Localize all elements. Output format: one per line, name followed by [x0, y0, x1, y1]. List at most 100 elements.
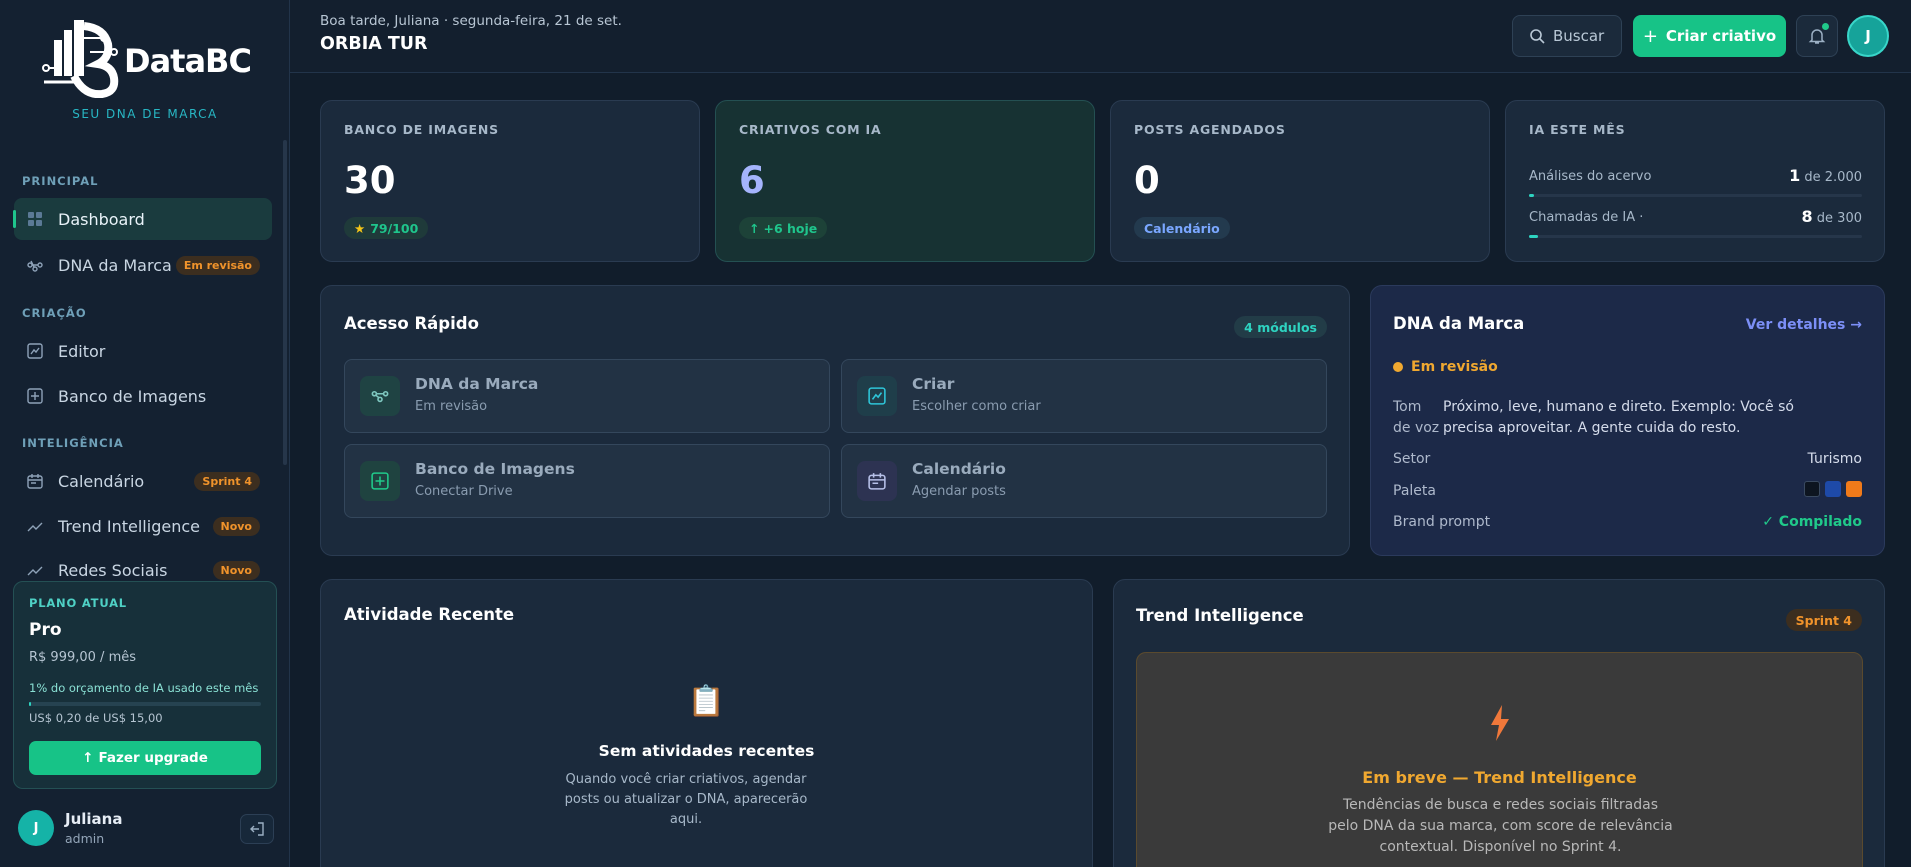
sidebar-item-label: Editor: [58, 341, 106, 361]
tone-value: Próximo, leve, humano e direto. Exemplo:…: [1443, 399, 1794, 436]
stat-label: BANCO DE IMAGENS: [344, 122, 499, 137]
stat-label: POSTS AGENDADOS: [1134, 122, 1286, 137]
sidebar-item-label: Banco de Imagens: [58, 386, 207, 406]
ia-usage-bar: [1529, 235, 1862, 238]
new-badge: Novo: [212, 516, 260, 536]
clipboard-icon: 📋: [687, 684, 726, 719]
sprint-badge: Sprint 4: [194, 471, 260, 491]
status-label: Em revisão: [1411, 359, 1498, 375]
create-label: Criar criativo: [1665, 27, 1777, 45]
empty-title: Sem atividades recentes: [598, 742, 815, 760]
section-title: Atividade Recente: [344, 605, 515, 624]
palette-swatch: [1804, 481, 1820, 497]
upgrade-button[interactable]: ↑ Fazer upgrade: [29, 741, 261, 775]
avatar[interactable]: J: [18, 810, 54, 846]
section-inteligencia: INTELIGÊNCIA: [22, 436, 124, 450]
sidebar-item-redes-sociais[interactable]: Redes Sociais Novo: [14, 550, 272, 580]
logo-mark-icon: [42, 20, 119, 98]
calendar-link-badge[interactable]: Calendário: [1134, 217, 1230, 239]
section-title: Trend Intelligence: [1136, 606, 1304, 625]
sidebar-item-editor[interactable]: Editor: [14, 330, 272, 372]
brand-prompt-status: ✓ Compilado: [1762, 514, 1862, 530]
quick-access-title: Banco de Imagens: [415, 460, 575, 478]
empty-text: Quando você criar criativos, agendar pos…: [564, 772, 808, 827]
plan-price: R$ 999,00 / mês: [29, 650, 137, 665]
quick-access-criar[interactable]: Criar Escolher como criar: [841, 359, 1327, 433]
ia-usage-label: Chamadas de IA ·: [1529, 210, 1644, 225]
sidebar-item-label: Trend Intelligence: [58, 516, 200, 536]
ia-usage-value: 1 de 2.000: [1789, 166, 1862, 185]
sidebar-item-label: DNA da Marca: [58, 255, 172, 275]
sector-value: Turismo: [1807, 451, 1862, 467]
brand-name: DataBC: [124, 42, 252, 80]
plan-usage-text: 1% do orçamento de IA usado este mês: [29, 681, 259, 695]
plus-square-icon: [360, 461, 400, 501]
stat-card-criativos-ia[interactable]: CRIATIVOS COM IA 6 ↑ +6 hoje: [715, 100, 1095, 262]
sprint-badge: Sprint 4: [1785, 609, 1862, 631]
quick-access-subtitle: Conectar Drive: [415, 484, 513, 499]
greeting: Boa tarde, Juliana · segunda-feira, 21 d…: [320, 13, 622, 29]
sidebar-item-trend-intelligence[interactable]: Trend Intelligence Novo: [14, 505, 272, 547]
notifications-button[interactable]: [1796, 15, 1838, 57]
trend-intelligence-card: Trend Intelligence Sprint 4 Em breve — T…: [1113, 579, 1885, 867]
delta-badge: ↑ +6 hoje: [739, 217, 828, 239]
sidebar-scrollbar[interactable]: [283, 140, 287, 465]
chart-icon: [26, 342, 44, 360]
stat-card-banco-imagens[interactable]: BANCO DE IMAGENS 30 ★ 79/100: [320, 100, 700, 262]
sidebar-item-label: Calendário: [58, 471, 145, 491]
stat-card-ia-mes: IA ESTE MÊS Análises do acervo 1 de 2.00…: [1505, 100, 1885, 262]
brand-tagline: SEU DNA DE MARCA: [72, 107, 218, 121]
quick-access-title: Calendário: [912, 460, 1006, 478]
user-profile[interactable]: J Juliana admin: [18, 810, 274, 850]
coming-soon-title: Em breve — Trend Intelligence: [1362, 768, 1637, 787]
sidebar-item-label: Dashboard: [58, 209, 145, 229]
topbar: Boa tarde, Juliana · segunda-feira, 21 d…: [290, 0, 1911, 73]
sidebar-item-banco-imagens[interactable]: Banco de Imagens: [14, 375, 272, 417]
ia-usage-value: 8 de 300: [1801, 207, 1862, 226]
logout-icon: [250, 822, 264, 836]
trend-icon: [26, 517, 44, 535]
plan-name: Pro: [29, 620, 62, 640]
section-title: Acesso Rápido: [344, 314, 479, 333]
plus-square-icon: [26, 387, 44, 405]
quick-access-calendario[interactable]: Calendário Agendar posts: [841, 444, 1327, 518]
sidebar-item-calendario[interactable]: Calendário Sprint 4: [14, 460, 272, 502]
search-button[interactable]: Buscar: [1512, 15, 1622, 57]
recent-activity-card: Atividade Recente 📋 Sem atividades recen…: [320, 579, 1093, 867]
plan-card: PLANO ATUAL Pro R$ 999,00 / mês 1% do or…: [13, 581, 277, 789]
sidebar-item-dna[interactable]: DNA da Marca Em revisão: [14, 244, 272, 286]
modules-badge: 4 módulos: [1234, 316, 1327, 338]
stat-value: 0: [1134, 159, 1160, 202]
sidebar-item-label: Redes Sociais: [58, 561, 168, 580]
brand-prompt-label: Brand prompt: [1393, 514, 1491, 530]
plus-icon: +: [1642, 25, 1658, 47]
quick-access-banco-imagens[interactable]: Banco de Imagens Conectar Drive: [344, 444, 830, 518]
ia-usage-fill: [1529, 235, 1538, 238]
delta-value: +6 hoje: [763, 220, 818, 236]
arrow-up-icon: ↑: [749, 220, 760, 236]
sector-label: Setor: [1393, 451, 1431, 467]
view-details-link[interactable]: Ver detalhes →: [1746, 317, 1862, 333]
coming-soon-panel: Em breve — Trend Intelligence Tendências…: [1136, 652, 1863, 867]
quick-access-dna[interactable]: DNA da Marca Em revisão: [344, 359, 830, 433]
stat-card-posts-agendados[interactable]: POSTS AGENDADOS 0 Calendário: [1110, 100, 1490, 262]
avatar[interactable]: J: [1847, 15, 1889, 57]
calendar-icon: [26, 472, 44, 490]
sidebar: DataBC SEU DNA DE MARCA PRINCIPAL Dashbo…: [0, 0, 290, 867]
new-badge: Novo: [212, 561, 260, 580]
tone-label: Tom de voz: [1393, 399, 1440, 436]
palette-label: Paleta: [1393, 483, 1436, 499]
plan-usage-bar: [29, 702, 261, 706]
create-creative-button[interactable]: + Criar criativo: [1633, 15, 1786, 57]
plan-usage-fill: [29, 702, 32, 706]
quick-access-title: DNA da Marca: [415, 375, 539, 393]
ia-usage-fill: [1529, 194, 1534, 197]
quick-access-subtitle: Em revisão: [415, 399, 488, 414]
brand-logo[interactable]: DataBC SEU DNA DE MARCA: [0, 0, 290, 135]
ia-usage-label: Análises do acervo: [1529, 169, 1652, 184]
score-value: 79/100: [370, 220, 419, 236]
logout-button[interactable]: [240, 814, 274, 844]
sidebar-item-dashboard[interactable]: Dashboard: [13, 198, 272, 240]
chart-icon: [857, 376, 897, 416]
dna-icon: [26, 256, 44, 274]
